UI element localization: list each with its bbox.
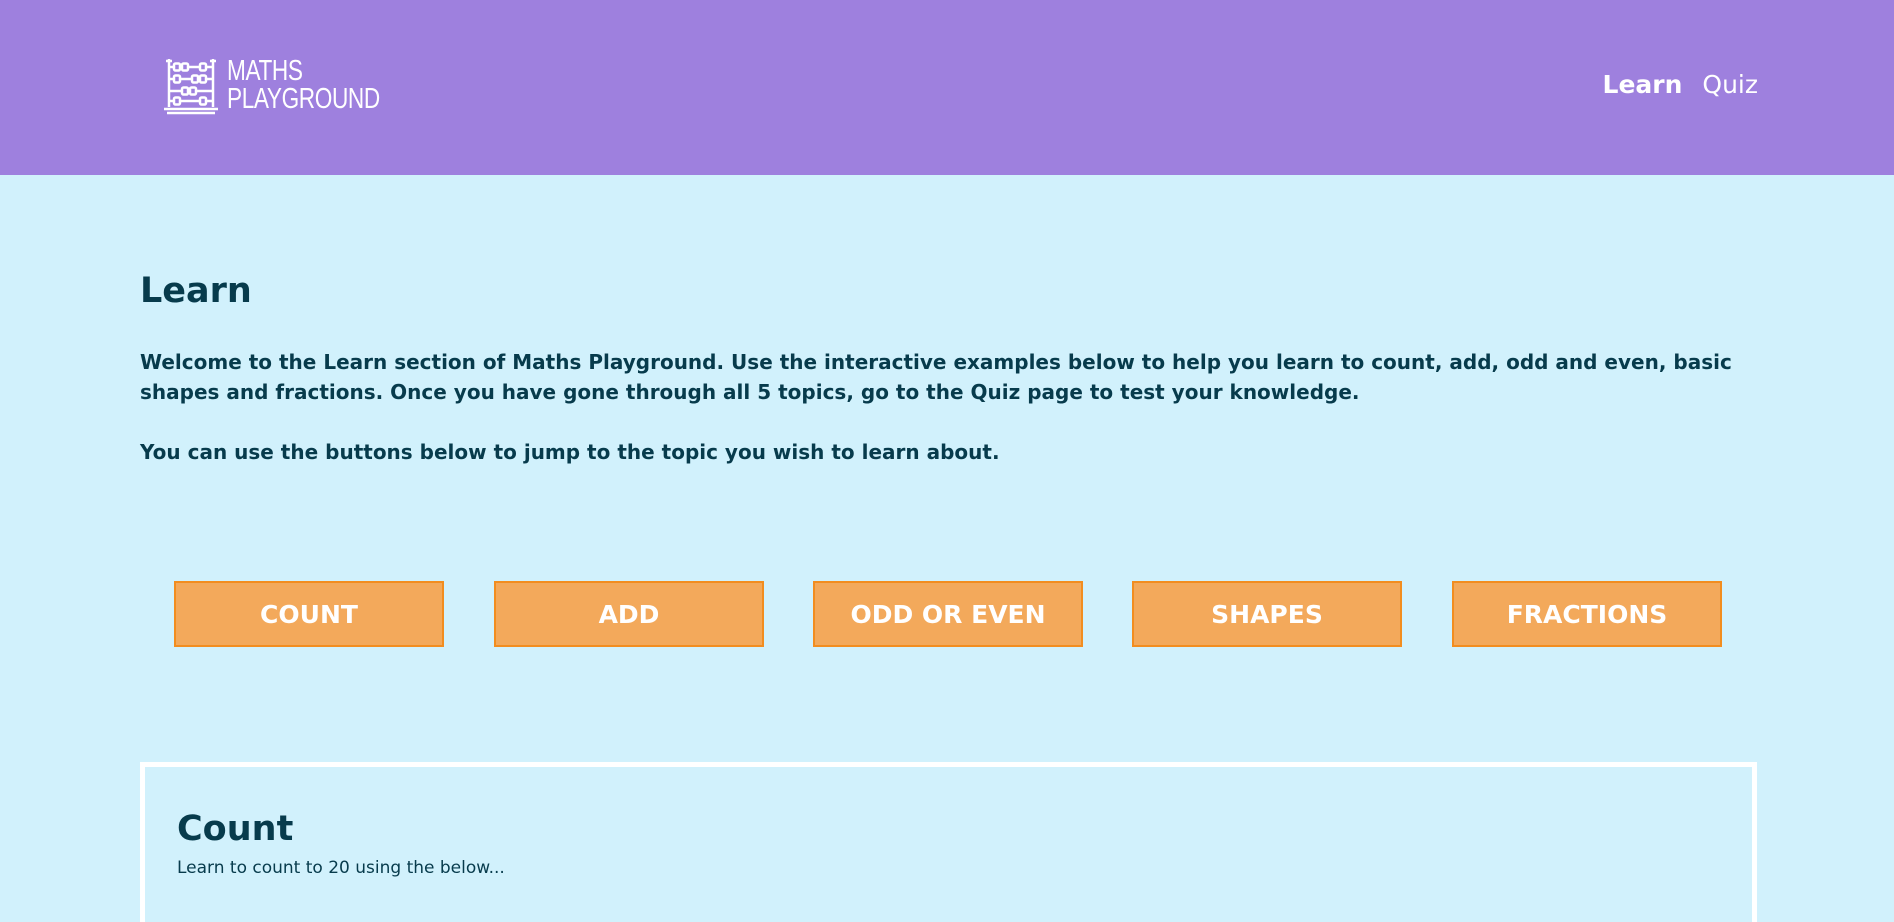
count-section-title: Count	[177, 809, 294, 849]
count-section: Count Learn to count to 20 using the bel…	[140, 762, 1757, 922]
nav-quiz-link[interactable]: Quiz	[1702, 70, 1758, 99]
fractions-button[interactable]: FRACTIONS	[1452, 581, 1722, 647]
main-nav: Learn Quiz	[1603, 70, 1758, 99]
logo-line-2: PLAYGROUND	[227, 83, 380, 115]
logo-line-1: MATHS	[227, 55, 303, 87]
count-section-subtitle: Learn to count to 20 using the below...	[177, 858, 505, 878]
odd-or-even-button[interactable]: ODD OR EVEN	[813, 581, 1083, 647]
add-button[interactable]: ADD	[494, 581, 764, 647]
shapes-button[interactable]: SHAPES	[1132, 581, 1402, 647]
intro-text: Welcome to the Learn section of Maths Pl…	[140, 350, 1732, 404]
site-header: MATHS PLAYGROUND Learn Quiz	[0, 0, 1894, 175]
page-title: Learn	[140, 271, 252, 311]
jump-instructions: You can use the buttons below to jump to…	[140, 440, 1000, 464]
count-button[interactable]: COUNT	[174, 581, 444, 647]
nav-learn-link[interactable]: Learn	[1603, 70, 1683, 99]
logo-text: MATHS PLAYGROUND	[227, 55, 380, 115]
site-logo[interactable]: MATHS PLAYGROUND	[163, 55, 423, 115]
abacus-icon	[164, 59, 218, 115]
